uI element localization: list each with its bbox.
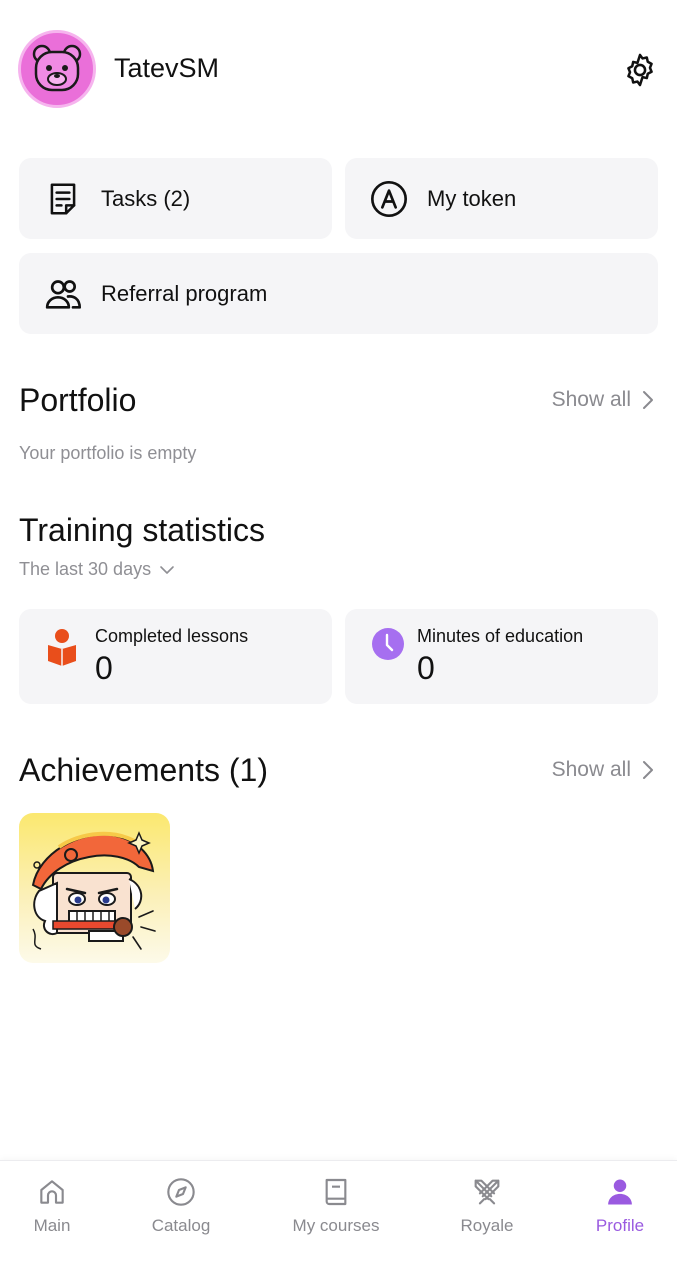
completed-lessons-card: Completed lessons 0 bbox=[19, 609, 332, 704]
gear-icon bbox=[627, 53, 653, 87]
period-label: The last 30 days bbox=[19, 559, 152, 579]
training-statistics-title: Training statistics bbox=[19, 512, 265, 548]
chevron-down-icon bbox=[160, 565, 174, 574]
token-icon bbox=[367, 177, 411, 221]
clock-icon bbox=[371, 627, 405, 661]
chevron-right-icon bbox=[643, 391, 653, 409]
minutes-of-education-value: 0 bbox=[417, 650, 435, 686]
completed-lessons-label: Completed lessons bbox=[95, 626, 249, 646]
nav-royale[interactable]: Royale bbox=[452, 1161, 522, 1251]
username: TatevSM bbox=[114, 53, 220, 83]
show-all-label: Show all bbox=[551, 388, 631, 411]
task-list-icon bbox=[41, 177, 85, 221]
book-icon bbox=[319, 1175, 353, 1209]
portfolio-show-all-link[interactable]: Show all bbox=[552, 388, 655, 412]
nav-profile-label: Profile bbox=[595, 1216, 645, 1235]
compass-icon bbox=[164, 1175, 198, 1209]
bottom-navigation: Main Catalog My courses Royale Profile bbox=[0, 1160, 677, 1250]
referral-program-card[interactable]: Referral program bbox=[19, 253, 658, 334]
settings-button[interactable] bbox=[620, 50, 660, 90]
portfolio-title: Portfolio bbox=[19, 382, 137, 418]
my-token-card[interactable]: My token bbox=[345, 158, 658, 239]
tasks-label: Tasks (2) bbox=[101, 185, 191, 211]
crossed-swords-icon bbox=[470, 1175, 504, 1209]
completed-lessons-value: 0 bbox=[95, 650, 113, 686]
profile-header: TatevSM bbox=[18, 30, 660, 110]
nav-my-courses-label: My courses bbox=[292, 1216, 380, 1235]
achievement-nutcracker-badge[interactable] bbox=[19, 813, 170, 963]
profile-screen: TatevSM Tasks (2) My token Referral prog… bbox=[0, 0, 677, 1280]
achievements-show-all-link[interactable]: Show all bbox=[552, 758, 655, 782]
nav-main[interactable]: Main bbox=[22, 1161, 82, 1251]
minutes-of-education-card: Minutes of education 0 bbox=[345, 609, 658, 704]
nav-profile[interactable]: Profile bbox=[585, 1161, 655, 1251]
bear-face-icon bbox=[32, 44, 82, 92]
nav-my-courses[interactable]: My courses bbox=[286, 1161, 386, 1251]
nav-royale-label: Royale bbox=[460, 1216, 514, 1235]
bottom-safe-area bbox=[0, 1250, 677, 1280]
portfolio-empty-text: Your portfolio is empty bbox=[19, 443, 197, 463]
tasks-card[interactable]: Tasks (2) bbox=[19, 158, 332, 239]
chevron-right-icon bbox=[643, 761, 653, 779]
home-icon bbox=[35, 1175, 69, 1209]
nav-catalog-label: Catalog bbox=[151, 1216, 211, 1235]
my-token-label: My token bbox=[427, 185, 517, 211]
person-icon bbox=[603, 1175, 637, 1209]
users-icon bbox=[41, 272, 85, 316]
minutes-of-education-label: Minutes of education bbox=[417, 626, 584, 646]
nutcracker-illustration bbox=[31, 831, 156, 950]
reading-person-icon bbox=[45, 627, 79, 666]
period-dropdown[interactable]: The last 30 days bbox=[19, 559, 175, 580]
nav-main-label: Main bbox=[33, 1216, 71, 1235]
referral-program-label: Referral program bbox=[101, 280, 268, 306]
avatar[interactable] bbox=[18, 30, 96, 108]
achievements-title: Achievements (1) bbox=[19, 752, 268, 788]
show-all-label: Show all bbox=[551, 758, 631, 781]
nav-catalog[interactable]: Catalog bbox=[146, 1161, 216, 1251]
